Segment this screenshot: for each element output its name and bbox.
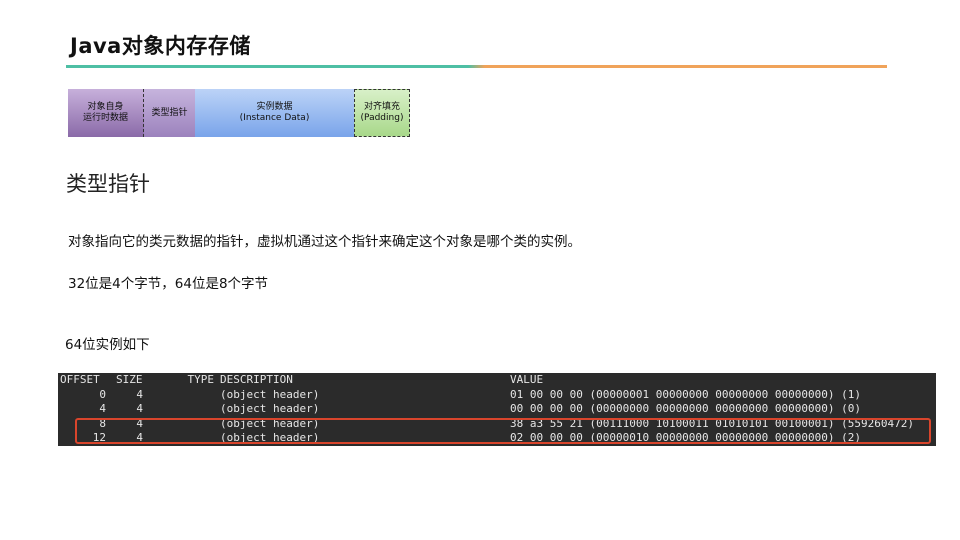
row-offset: 0 — [99, 387, 106, 401]
console-row: 8 4 (object header) 38 a3 55 21 (0011100… — [58, 417, 936, 432]
segment-instance-data: 实例数据 (Instance Data) — [195, 89, 354, 137]
row-value: 01 00 00 00 (00000001 00000000 00000000 … — [510, 387, 861, 401]
row-description: (object header) — [220, 402, 320, 416]
console-output: OFFSET SIZE TYPE DESCRIPTION VALUE 0 4 (… — [58, 373, 936, 446]
header-description: DESCRIPTION — [220, 373, 293, 386]
row-size: 4 — [136, 431, 143, 445]
row-size: 4 — [136, 416, 143, 430]
row-size: 4 — [136, 387, 143, 401]
header-offset: OFFSET — [60, 373, 100, 386]
row-description: (object header) — [220, 431, 320, 445]
segment-klass-pointer: 类型指针 — [144, 89, 195, 137]
row-description: (object header) — [220, 387, 320, 401]
example-label: 64位实例如下 — [65, 337, 150, 353]
row-offset: 12 — [92, 431, 106, 445]
console-row: 4 4 (object header) 00 00 00 00 (0000000… — [58, 402, 936, 417]
row-description: (object header) — [220, 416, 320, 430]
row-value: 02 00 00 00 (00000010 00000000 00000000 … — [510, 431, 861, 445]
header-size: SIZE — [116, 373, 143, 386]
row-offset: 4 — [99, 402, 106, 416]
section-heading: 类型指针 — [66, 172, 150, 196]
pointer-size-text: 32位是4个字节，64位是8个字节 — [68, 276, 269, 292]
description-text: 对象指向它的类元数据的指针，虚拟机通过这个指针来确定这个对象是哪个类的实例。 — [68, 234, 581, 250]
header-type: TYPE — [187, 373, 215, 386]
row-size: 4 — [136, 402, 143, 416]
header-value: VALUE — [510, 373, 544, 386]
console-row: 12 4 (object header) 02 00 00 00 (000000… — [58, 431, 936, 446]
console-header-row: OFFSET SIZE TYPE DESCRIPTION VALUE — [58, 373, 936, 388]
console-row: 0 4 (object header) 01 00 00 00 (0000000… — [58, 388, 936, 403]
title-divider — [66, 65, 887, 68]
row-offset: 8 — [99, 416, 106, 430]
page-title: Java对象内存存储 — [70, 34, 251, 58]
row-value: 00 00 00 00 (00000000 00000000 00000000 … — [510, 402, 861, 416]
row-value: 38 a3 55 21 (00111000 10100011 01010101 … — [510, 416, 914, 430]
segment-padding: 对齐填充 (Padding) — [354, 89, 410, 137]
segment-mark-word: 对象自身 运行时数据 — [68, 89, 144, 137]
object-layout-diagram: 对象自身 运行时数据 类型指针 实例数据 (Instance Data) 对齐填… — [68, 89, 410, 137]
